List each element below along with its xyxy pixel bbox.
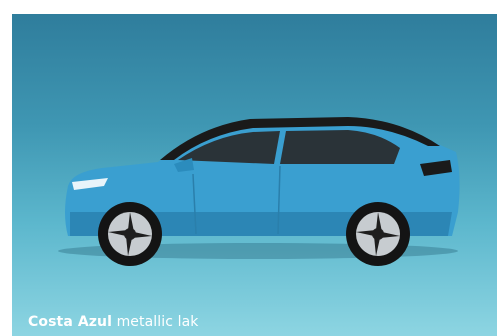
color-name: Costa Azul <box>28 314 112 330</box>
color-caption: Costa Azul metallic lak <box>28 314 198 330</box>
car-image <box>58 117 460 266</box>
color-preview-panel: Costa Azul metallic lak <box>12 14 497 336</box>
color-finish: metallic lak <box>116 314 199 330</box>
